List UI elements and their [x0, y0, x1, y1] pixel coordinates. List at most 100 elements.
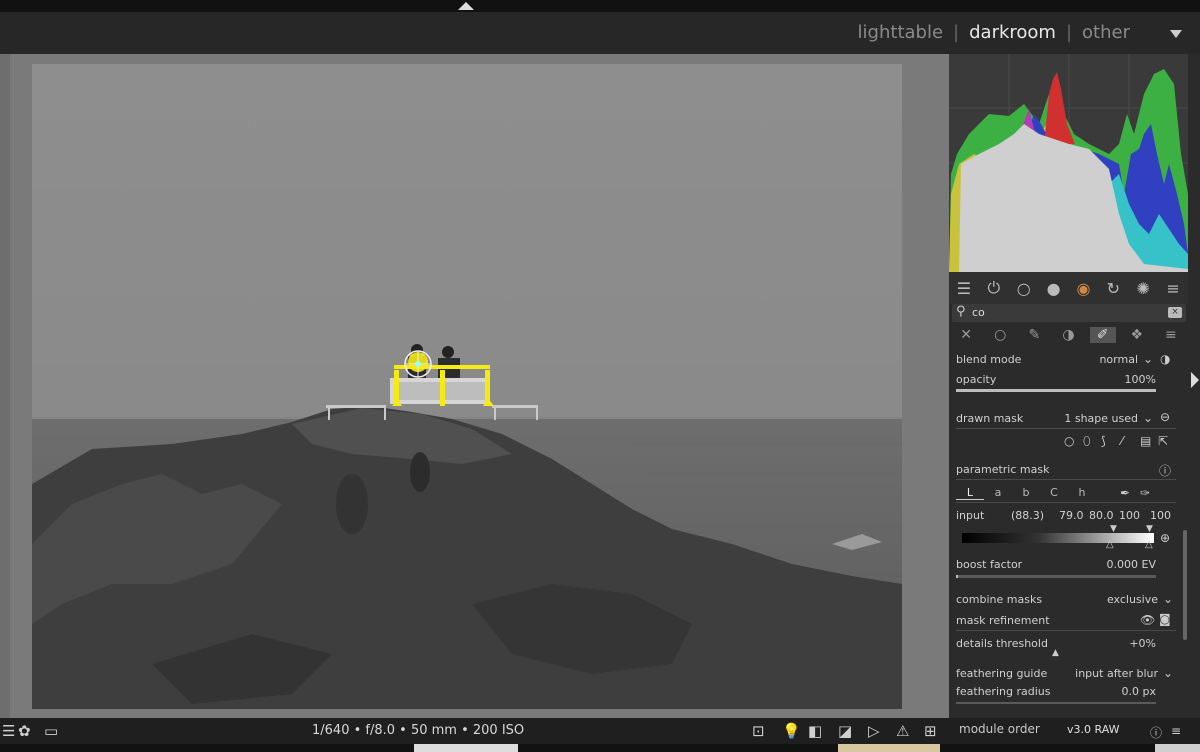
feathering-radius-value: 0.0 px — [1121, 685, 1156, 698]
input-label: input — [956, 509, 985, 522]
combine-masks-value[interactable]: exclusive — [1090, 593, 1158, 606]
details-threshold-marker-icon[interactable]: ▲ — [1052, 648, 1059, 658]
menu-icon[interactable]: ≡ — [1171, 724, 1181, 738]
circle-icon[interactable]: ○ — [1013, 279, 1035, 298]
circular-arrows-icon[interactable]: ↻ — [1102, 279, 1124, 298]
eye-icon[interactable]: 👁 — [1140, 613, 1155, 627]
channel-tab-C[interactable]: C — [1040, 486, 1068, 500]
view-separator: | — [1065, 22, 1073, 43]
bulb-icon[interactable]: 💡 — [782, 722, 801, 740]
filmstrip[interactable] — [0, 744, 1200, 752]
marker-bottom-left-icon[interactable]: △ — [1106, 539, 1114, 550]
collapse-right-arrow-icon[interactable] — [1191, 372, 1199, 388]
boost-factor-slider[interactable] — [956, 575, 1156, 578]
module-search-input[interactable]: ⚲ co × — [952, 304, 1186, 322]
chevron-down-icon[interactable]: ⌄ — [1163, 666, 1173, 680]
filmstrip-thumbnail[interactable] — [1155, 744, 1200, 752]
blend-invert-icon[interactable]: ◑ — [1160, 352, 1170, 366]
color-wheel-icon[interactable]: ◉ — [1072, 279, 1094, 298]
input-value-3: 100 — [1119, 509, 1140, 522]
views-dropdown-icon[interactable] — [1170, 30, 1182, 38]
exif-info: 1/640 • f/8.0 • 50 mm • 200 ISO — [312, 723, 525, 738]
input-value-2: 80.0 — [1089, 509, 1114, 522]
marker-bottom-right-icon[interactable]: △ — [1145, 539, 1153, 550]
details-threshold-label: details threshold — [956, 637, 1048, 650]
top-panel-toggle-strip[interactable] — [0, 0, 1200, 12]
display-mask-icon[interactable]: ◙ — [1159, 612, 1171, 626]
mask-uniform-icon[interactable]: ○ — [987, 327, 1013, 343]
gamut-check-icon[interactable]: ◪ — [838, 722, 852, 740]
channel-tab-L[interactable]: L — [956, 486, 984, 500]
mask-drawn-icon[interactable]: ✎ — [1021, 327, 1047, 343]
channel-tab-h[interactable]: h — [1068, 486, 1096, 500]
search-text[interactable]: co — [972, 306, 985, 319]
add-icon[interactable]: ⊕ — [1160, 531, 1170, 545]
module-order-value: v3.0 RAW — [1067, 723, 1120, 736]
parametric-mask-label: parametric mask — [956, 463, 1050, 476]
softproof-icon[interactable]: ◧ — [808, 722, 822, 740]
left-panel-edge[interactable] — [0, 54, 10, 718]
collapse-top-arrow-icon[interactable] — [458, 2, 474, 10]
opacity-label: opacity — [956, 373, 997, 386]
grid-icon[interactable]: ⊞ — [924, 722, 937, 740]
feathering-guide-value[interactable]: input after blur — [1068, 667, 1158, 680]
photo-image — [32, 64, 902, 709]
opacity-slider[interactable] — [956, 389, 1156, 392]
aperture-icon[interactable]: ✺ — [1132, 279, 1154, 298]
info-icon[interactable]: ⓘ — [1150, 724, 1162, 741]
chevron-down-icon[interactable]: ⌄ — [1163, 592, 1173, 606]
image-canvas[interactable] — [32, 64, 902, 709]
blend-mode-label: blend mode — [956, 353, 1022, 366]
mask-parametric-icon[interactable]: ◑ — [1055, 327, 1081, 343]
drawn-mask-value[interactable]: 1 shape used — [1056, 412, 1138, 425]
input-picked-value: (88.3) — [1011, 509, 1045, 522]
sphere-icon[interactable]: ● — [1043, 279, 1065, 298]
sliders-icon[interactable]: ☰ — [953, 279, 975, 298]
add-brush-icon[interactable]: ⁄ — [1121, 434, 1123, 448]
opacity-value: 100% — [1124, 373, 1156, 386]
remove-shapes-icon[interactable]: ⊖ — [1160, 410, 1170, 424]
blend-mode-value[interactable]: normal — [1090, 353, 1138, 366]
filmstrip-thumbnail[interactable] — [838, 744, 940, 752]
channel-tab-b[interactable]: b — [1012, 486, 1040, 500]
module-group-bar: ☰ ⏻ ○ ● ◉ ↻ ✺ ≡ — [949, 272, 1188, 304]
feathering-radius-slider[interactable] — [956, 702, 1156, 704]
feathering-guide-label: feathering guide — [956, 667, 1048, 680]
menu-icon[interactable]: ≡ — [1162, 279, 1184, 298]
view-lighttable[interactable]: lighttable — [858, 22, 943, 43]
chevron-down-icon[interactable]: ⌄ — [1143, 411, 1153, 425]
channel-tabs: L a b C h — [956, 486, 1096, 500]
mask-refinement-label: mask refinement — [956, 614, 1050, 627]
add-path-icon[interactable]: ⟆ — [1101, 434, 1106, 448]
view-other[interactable]: other — [1082, 22, 1130, 43]
histogram-graph — [949, 54, 1188, 272]
guides-icon[interactable]: ▷ — [868, 722, 880, 740]
view-darkroom[interactable]: darkroom — [969, 22, 1056, 43]
info-icon[interactable]: ⓘ — [1159, 462, 1171, 479]
add-gradient-icon[interactable]: ▤ — [1140, 434, 1151, 448]
mask-menu-icon[interactable]: ≡ — [1158, 327, 1184, 343]
focus-peaking-icon[interactable]: ⊡ — [752, 722, 765, 740]
filmstrip-thumbnail[interactable] — [414, 744, 518, 752]
input-gradient-slider[interactable] — [962, 533, 1154, 543]
mask-drawn-parametric-icon[interactable]: ✐ — [1089, 327, 1116, 343]
channel-tab-a[interactable]: a — [984, 486, 1012, 500]
mask-raster-icon[interactable]: ❖ — [1124, 327, 1150, 343]
mask-off-icon[interactable]: ✕ — [953, 327, 979, 343]
right-panel-scrollbar[interactable] — [1183, 530, 1187, 640]
warning-icon[interactable]: ⚠ — [896, 722, 909, 740]
clear-search-icon[interactable]: × — [1168, 307, 1182, 318]
power-icon[interactable]: ⏻ — [983, 278, 1005, 298]
styles-icon[interactable]: ✿ — [18, 722, 31, 740]
edit-shapes-icon[interactable]: ⇱ — [1158, 434, 1168, 448]
histogram[interactable] — [949, 54, 1188, 272]
right-panel-edge[interactable] — [1188, 54, 1200, 718]
second-window-icon[interactable]: ▭ — [44, 722, 58, 740]
color-picker-icon[interactable]: ✒ — [1120, 486, 1130, 500]
chevron-down-icon[interactable]: ⌄ — [1143, 352, 1153, 366]
add-ellipse-icon[interactable]: ⬯ — [1083, 434, 1091, 449]
quick-access-icon[interactable]: ☰ — [2, 722, 15, 740]
color-picker-range-icon[interactable]: ✑ — [1140, 486, 1150, 500]
divider — [956, 630, 1176, 631]
add-circle-icon[interactable]: ○ — [1064, 434, 1074, 448]
